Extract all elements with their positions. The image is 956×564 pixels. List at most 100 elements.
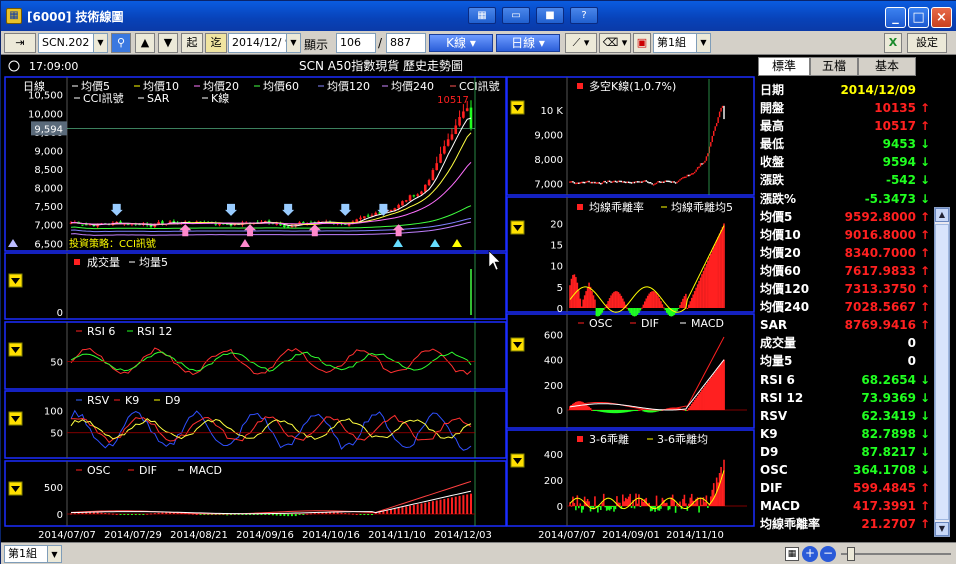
scroll-up-icon[interactable]: ▲ <box>935 208 949 222</box>
status-group-select[interactable]: 第1組 ▼ <box>4 545 62 563</box>
legend-item: 均價240 <box>391 79 434 93</box>
osc-bar <box>348 513 351 515</box>
y-tick-label: 200 <box>544 381 563 392</box>
bias36-bar <box>608 506 611 511</box>
osc-bar <box>332 512 335 514</box>
quote-panel: 標準 五檔 基本 日期 2014/12/09 開盤 10135 ↑ 最高 10517 ↑ 最低 9… <box>756 55 956 542</box>
bias36-bar <box>704 502 706 506</box>
maximize-button[interactable]: □ <box>908 7 929 28</box>
period-menu-button[interactable]: 日線 ▾ <box>496 34 560 52</box>
candle-body <box>647 181 649 183</box>
tab-five-level[interactable]: 五檔 <box>810 57 858 76</box>
chart-area[interactable]: 17:09:00SCN A50指數現貨 歷史走勢圖10,50010,0009,5… <box>1 55 756 542</box>
bias36-bar <box>642 501 645 506</box>
title-bar[interactable]: ▦ [6000] 技術線圖 ▦ ▭ ■ ? _ □ × <box>1 1 956 31</box>
close-button[interactable]: × <box>931 7 952 28</box>
color-palette-icon[interactable]: ▣ <box>633 33 651 53</box>
search-icon[interactable]: ⚲ <box>111 33 131 53</box>
excel-icon[interactable]: X <box>884 33 902 53</box>
candle-body <box>458 117 461 126</box>
candle-body <box>654 183 656 185</box>
zoom-slider-handle[interactable] <box>847 547 855 561</box>
bias-bar <box>692 294 694 308</box>
quote-label: 漲跌 <box>760 173 785 188</box>
candle-body <box>682 177 684 179</box>
bias-bar <box>573 274 576 308</box>
bias-bar <box>607 301 609 308</box>
bias36-bar <box>633 506 636 509</box>
start-button[interactable]: 起 <box>181 33 203 53</box>
scroll-down-icon[interactable]: ▼ <box>935 522 949 536</box>
osc-bar <box>409 505 412 514</box>
group-select[interactable]: 第1組 ▼ <box>653 33 711 53</box>
bias36-bar <box>701 504 703 506</box>
draw-line-icon[interactable]: ⟋ ▾ <box>565 33 597 53</box>
bias36-bar <box>588 501 590 506</box>
quote-value: -542 <box>885 173 916 188</box>
layout-grid-icon[interactable]: ▦ <box>468 7 496 24</box>
tab-standard[interactable]: 標準 <box>758 57 810 76</box>
bias-bar <box>680 301 683 308</box>
show-count-input[interactable]: 106 <box>336 33 376 53</box>
zoom-out-icon[interactable]: − <box>820 546 836 562</box>
quote-value: 9453 <box>882 137 916 152</box>
bias-bar <box>710 253 712 308</box>
scroll-thumb[interactable] <box>935 224 949 520</box>
osc-bar <box>412 504 415 514</box>
quote-row: D9 87.8217 ↓ <box>756 443 934 461</box>
symbol-select[interactable]: SCN.202 ▼ <box>38 33 108 53</box>
osc-bar <box>405 506 408 514</box>
osc-bar <box>367 514 370 515</box>
quote-row: DIF 599.4845 ↑ <box>756 479 934 497</box>
candle-body <box>435 163 439 171</box>
charts-canvas[interactable]: 17:09:00SCN A50指數現貨 歷史走勢圖10,50010,0009,5… <box>1 55 756 542</box>
eraser-icon[interactable]: ⌫ ▾ <box>599 33 631 53</box>
help-icon[interactable]: ? <box>570 7 598 24</box>
total-count-field[interactable]: 887 <box>386 33 426 53</box>
zoom-slider[interactable] <box>841 553 951 555</box>
kline-menu-button[interactable]: K線 ▾ <box>429 34 493 52</box>
bias-bar <box>611 293 614 308</box>
candle-body <box>604 180 606 183</box>
settings-button[interactable]: 設定 <box>907 33 947 53</box>
candle-body <box>704 160 706 163</box>
osc-bar <box>96 512 99 514</box>
osc-bar <box>70 513 72 515</box>
camera-icon[interactable]: ■ <box>536 7 564 24</box>
candle-body <box>575 182 577 185</box>
bias-bar <box>570 278 573 308</box>
tab-basic[interactable]: 基本 <box>858 57 916 76</box>
link-arrow-button[interactable]: ⇥ <box>4 33 36 53</box>
x-tick-label: 2014/09/01 <box>602 530 660 541</box>
osc-bar <box>458 495 461 514</box>
bias-bar <box>597 308 599 317</box>
arrow-down-button[interactable]: ▼ <box>158 33 178 53</box>
bias-bar <box>641 307 643 309</box>
bias36-bar <box>613 506 615 512</box>
chart-title: SCN A50指數現貨 歷史走勢圖 <box>299 58 463 73</box>
zoom-in-icon[interactable]: + <box>802 546 818 562</box>
candle-body <box>658 181 661 183</box>
candle-body <box>707 153 709 157</box>
bias-bar <box>636 308 639 315</box>
legend-item: 成交量 <box>87 255 120 269</box>
arrow-down-icon: ↓ <box>919 444 930 459</box>
bias36-bar <box>626 499 628 506</box>
osc-bar <box>108 513 111 515</box>
candle-body <box>585 181 587 183</box>
y-tick-label: 7,000 <box>34 221 63 232</box>
minimize-button[interactable]: _ <box>885 7 906 28</box>
bias-bar <box>651 291 653 308</box>
date-picker[interactable]: 2014/12/ 9 ▼ <box>228 33 301 53</box>
window-tile-icon[interactable]: ▭ <box>502 7 530 24</box>
recent-button[interactable]: 迄 <box>205 33 227 53</box>
arrow-up-button[interactable]: ▲ <box>135 33 155 53</box>
bias36-bar <box>638 494 640 506</box>
grid-toggle-icon[interactable]: ▦ <box>785 547 799 561</box>
bias36-bar <box>636 503 639 506</box>
bias-bar <box>633 308 636 317</box>
candle-body <box>723 105 725 120</box>
candle-body <box>649 182 652 184</box>
osc-bar <box>344 513 347 515</box>
side-scrollbar[interactable]: ▲ ▼ <box>934 207 950 537</box>
